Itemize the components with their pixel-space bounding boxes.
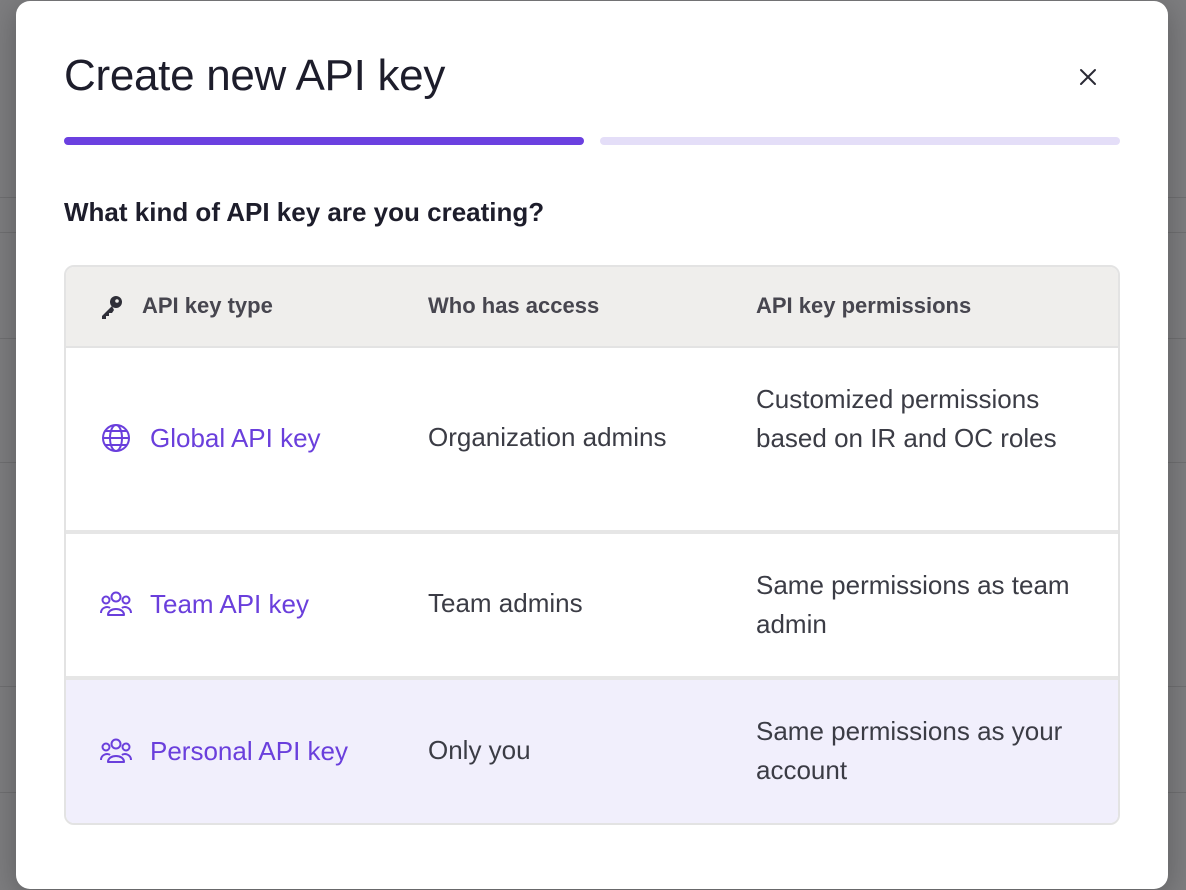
- row-access-label: Team admins: [428, 588, 583, 618]
- users-icon: [98, 586, 134, 622]
- row-access-label: Only you: [428, 735, 531, 765]
- row-access-label: Organization admins: [428, 422, 667, 452]
- close-button[interactable]: [1072, 61, 1104, 93]
- table-header: API key type Who has access API key perm…: [66, 267, 1118, 348]
- row-permissions-label: Same permissions as your account: [756, 716, 1063, 785]
- users-icon: [98, 733, 134, 769]
- table-row-global-api-key[interactable]: Global API key Organization admins Custo…: [66, 348, 1118, 530]
- step-2-upcoming: [600, 137, 1120, 145]
- step-1-active: [64, 137, 584, 145]
- row-permissions-label: Customized permissions based on IR and O…: [756, 384, 1057, 453]
- header-who-has-access: Who has access: [428, 293, 600, 318]
- row-type-label: Personal API key: [150, 735, 348, 766]
- close-icon: [1080, 69, 1096, 85]
- progress-stepper: [64, 137, 1120, 145]
- table-row-personal-api-key[interactable]: Personal API key Only you Same permissio…: [66, 680, 1118, 823]
- key-type-question: What kind of API key are you creating?: [64, 197, 545, 227]
- create-api-key-dialog: Create new API key What kind of API key …: [16, 1, 1168, 889]
- key-icon: [102, 296, 122, 319]
- table-row-team-api-key[interactable]: Team API key Team admins Same permission…: [66, 534, 1118, 676]
- api-key-type-table: API key type Who has access API key perm…: [64, 265, 1120, 825]
- personal-api-key-link[interactable]: Personal API key: [98, 733, 348, 769]
- row-type-label: Global API key: [150, 422, 321, 453]
- global-api-key-link[interactable]: Global API key: [98, 420, 321, 456]
- team-api-key-link[interactable]: Team API key: [98, 586, 309, 622]
- dialog-title: Create new API key: [64, 51, 446, 100]
- globe-icon: [98, 420, 134, 456]
- row-permissions-label: Same permissions as team admin: [756, 570, 1070, 639]
- row-type-label: Team API key: [150, 588, 309, 619]
- header-api-key-permissions: API key permissions: [756, 293, 972, 318]
- header-api-key-type: API key type: [142, 293, 273, 318]
